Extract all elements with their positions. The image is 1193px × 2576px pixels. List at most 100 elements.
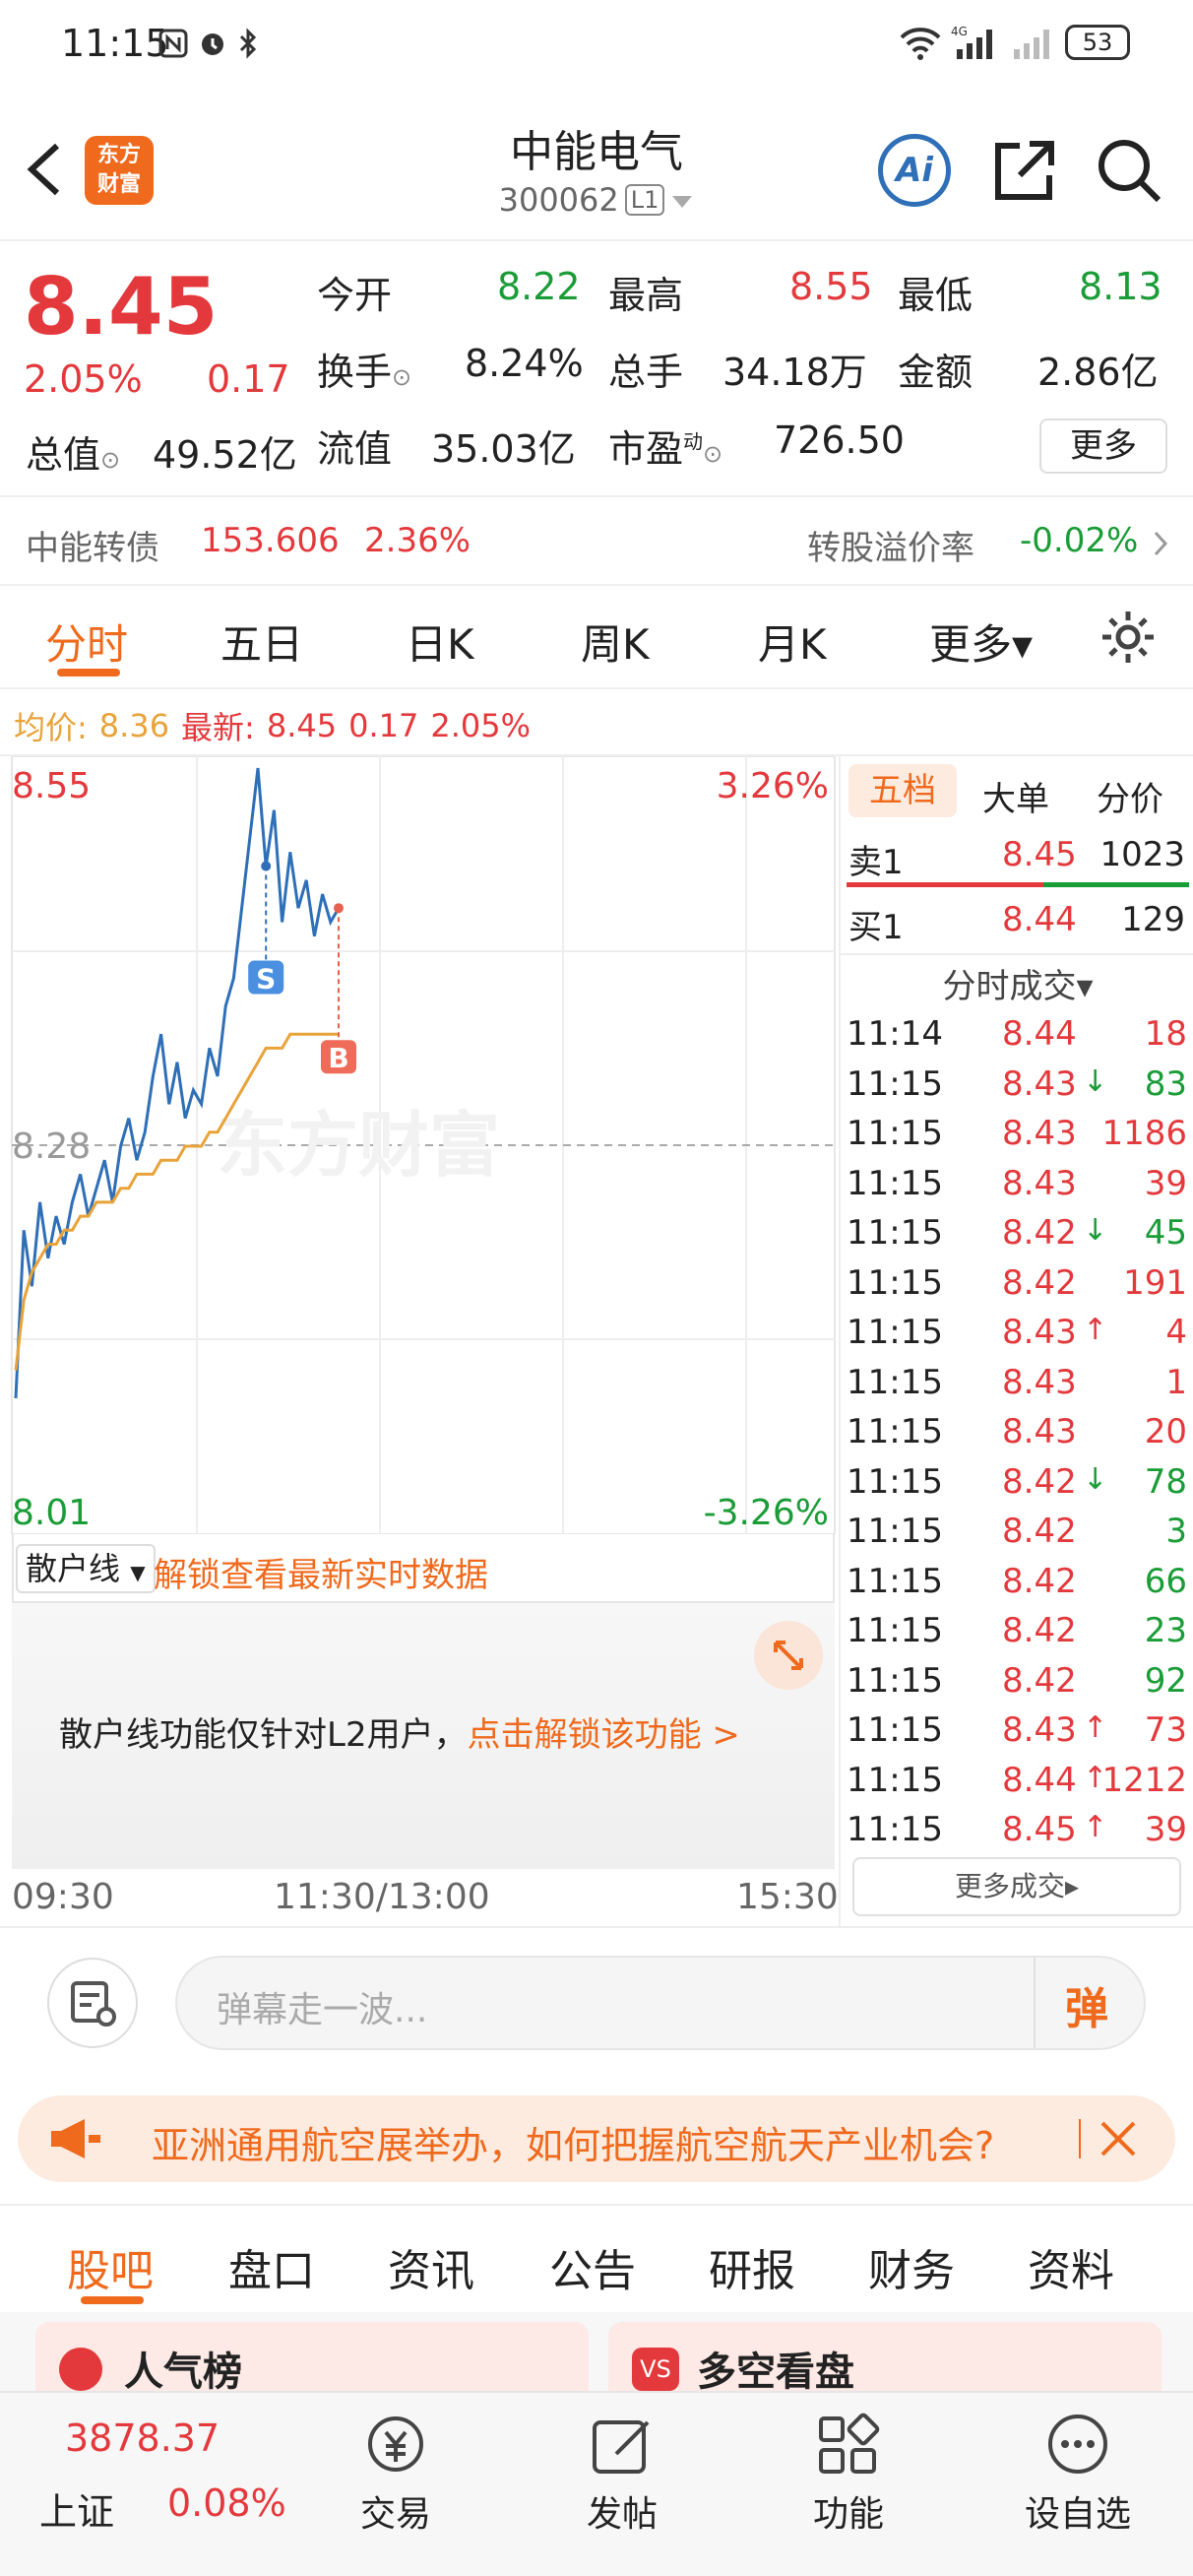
nav-trade[interactable]: 交易 — [345, 2411, 447, 2558]
nav-trade-label: 交易 — [359, 2494, 431, 2535]
index-pct[interactable]: 0.08% — [167, 2481, 286, 2525]
pe-label: 市盈动⊙ — [608, 419, 722, 473]
tab-weekly-k[interactable]: 周K — [581, 612, 650, 672]
tab-finance[interactable]: 财务 — [868, 2235, 955, 2298]
danmu-input[interactable]: 弹幕走一波... 弹 — [175, 1956, 1146, 2050]
trade-time: 11:15 — [847, 1611, 943, 1650]
pe-sup: 动 — [683, 429, 704, 454]
trades-title[interactable]: 分时成交▾ — [841, 959, 1193, 1007]
more-button[interactable]: 更多 — [1039, 419, 1167, 474]
tab-daily-k[interactable]: 日K — [406, 612, 474, 672]
trade-price: 8.43 — [1002, 1710, 1077, 1750]
tab-price-dist[interactable]: 分价 — [1097, 772, 1163, 820]
danmu-settings-button[interactable] — [47, 1958, 138, 2048]
danmu-send-button[interactable]: 弹 — [1065, 1973, 1108, 2036]
index-name[interactable]: 上证 — [39, 2481, 114, 2536]
retail-unlock-link[interactable]: 点击解锁该功能 > — [468, 1715, 740, 1755]
search-icon[interactable] — [1095, 136, 1163, 205]
ai-button[interactable]: Ai — [878, 134, 951, 207]
buy-bar — [1043, 882, 1189, 887]
quote-panel: 8.45 2.05% 0.17 总值⊙ 49.52亿 今开 8.22 最高 8.… — [0, 241, 1193, 497]
trade-price: 8.43 — [1002, 1114, 1077, 1153]
versus-icon: VS — [632, 2348, 679, 2391]
trade-row: 11:15 8.42 3 — [847, 1512, 1191, 1562]
bond-label: 中能转债 — [26, 529, 159, 568]
chevron-right-icon — [1154, 531, 1168, 556]
avg-label: 均价: — [14, 709, 88, 746]
trade-icon — [368, 2416, 423, 2472]
trade-row: 11:15 8.42 92 — [847, 1661, 1191, 1711]
share-icon[interactable] — [990, 136, 1059, 205]
average-line — [14, 1032, 339, 1371]
chevron-down-icon — [672, 196, 693, 208]
convertible-bond-row[interactable]: 中能转债 153.606 2.36% 转股溢价率 -0.02% — [0, 497, 1193, 586]
intraday-chart-svg[interactable]: 东方财富 S B 8.55 3.26% 8.28 8.01 -3.26% — [0, 756, 839, 1534]
danmu-bar: 弹幕走一波... 弹 — [0, 1926, 1193, 2050]
tab-announcement[interactable]: 公告 — [549, 2235, 636, 2298]
tab-profile[interactable]: 资料 — [1028, 2235, 1114, 2298]
chart-watermark: 东方财富 — [217, 1104, 500, 1187]
trade-time: 11:15 — [847, 1760, 943, 1800]
tab-more[interactable]: 更多▾ — [929, 612, 1033, 672]
banner-text: 亚洲通用航空展举办，如何把握航空航天产业机会? — [152, 2124, 995, 2167]
tab-research[interactable]: 研报 — [709, 2235, 795, 2298]
divider — [1079, 2119, 1081, 2158]
trade-time: 11:15 — [847, 1163, 943, 1203]
trade-price: 8.43 — [1002, 1163, 1077, 1203]
sell1-volume: 1023 — [1099, 835, 1185, 874]
trade-price: 8.42 — [1002, 1461, 1077, 1502]
market-cap-label-text: 总值 — [26, 433, 101, 477]
tab-news[interactable]: 资讯 — [388, 2235, 474, 2298]
index-value[interactable]: 3878.37 — [65, 2416, 220, 2460]
gear-icon[interactable] — [1099, 608, 1158, 667]
trade-price: 8.45 — [1002, 1810, 1077, 1849]
battery-level: 53 — [1082, 29, 1113, 56]
tab-five-level[interactable]: 五档 — [848, 764, 957, 817]
info-icon[interactable]: ⊙ — [100, 446, 120, 474]
trade-row: 11:15 8.42 23 — [847, 1611, 1191, 1661]
popularity-card-title: 人气榜 — [124, 2350, 242, 2395]
news-banner[interactable]: 亚洲通用航空展举办，如何把握航空航天产业机会? — [18, 2095, 1175, 2182]
nav-post[interactable]: 发帖 — [571, 2411, 673, 2558]
nav-functions[interactable]: 功能 — [797, 2411, 900, 2558]
feature-cards: 人气榜 VS 多空看盘 — [0, 2312, 1193, 2395]
trade-price: 8.42 — [1002, 1611, 1077, 1650]
tab-five-day[interactable]: 五日 — [220, 612, 303, 672]
trade-row: 11:15 8.42 ↓ 45 — [847, 1213, 1191, 1263]
grid-icon — [819, 2413, 880, 2474]
low-label: 最低 — [898, 274, 973, 317]
info-icon[interactable]: ⊙ — [703, 440, 722, 468]
tab-indicator — [81, 2296, 144, 2304]
unlock-realtime-link[interactable]: 解锁查看最新实时数据 — [154, 1548, 488, 1596]
buy1-volume: 129 — [1121, 900, 1185, 939]
tab-forum[interactable]: 股吧 — [67, 2235, 154, 2298]
trade-time: 11:15 — [847, 1362, 943, 1402]
tab-big-order[interactable]: 大单 — [982, 772, 1049, 820]
intraday-chart[interactable]: 东方财富 S B 8.55 3.26% 8.28 8.01 -3.26% — [0, 756, 839, 1534]
level-badge: L1 — [624, 184, 665, 216]
trade-volume: 4 — [1165, 1313, 1187, 1352]
trade-row: 11:15 8.42 191 — [847, 1263, 1191, 1314]
close-icon[interactable] — [1097, 2117, 1140, 2160]
volume-label: 总手 — [608, 351, 684, 394]
status-bar: 11:15 4G 53 — [0, 0, 1193, 98]
popularity-card[interactable]: 人气榜 — [35, 2322, 589, 2395]
open-label: 今开 — [317, 274, 393, 317]
info-icon[interactable]: ⊙ — [392, 363, 411, 391]
change-amount: 0.17 — [207, 357, 290, 401]
nav-add-watchlist[interactable]: 设自选 — [1004, 2411, 1152, 2558]
expand-icon[interactable] — [754, 1621, 823, 1690]
tab-monthly-k[interactable]: 月K — [758, 612, 827, 672]
trade-volume: 83 — [1144, 1063, 1187, 1104]
more-trades-button[interactable]: 更多成交▸ — [852, 1857, 1181, 1916]
long-short-card[interactable]: VS 多空看盘 — [608, 2322, 1162, 2395]
trade-direction: ↑ — [1083, 1313, 1108, 1347]
turnover-label: 换手⊙ — [317, 342, 411, 396]
tab-intraday[interactable]: 分时 — [45, 612, 128, 672]
amount-value: 2.86亿 — [1037, 351, 1159, 394]
trade-row: 11:15 8.42 ↓ 78 — [847, 1462, 1191, 1513]
trade-row: 11:15 8.43 39 — [847, 1164, 1191, 1214]
tab-handicap[interactable]: 盘口 — [228, 2235, 315, 2298]
retail-select[interactable]: 散户线 ▼ — [16, 1544, 156, 1593]
dropdown-icon: ▼ — [130, 1561, 146, 1584]
